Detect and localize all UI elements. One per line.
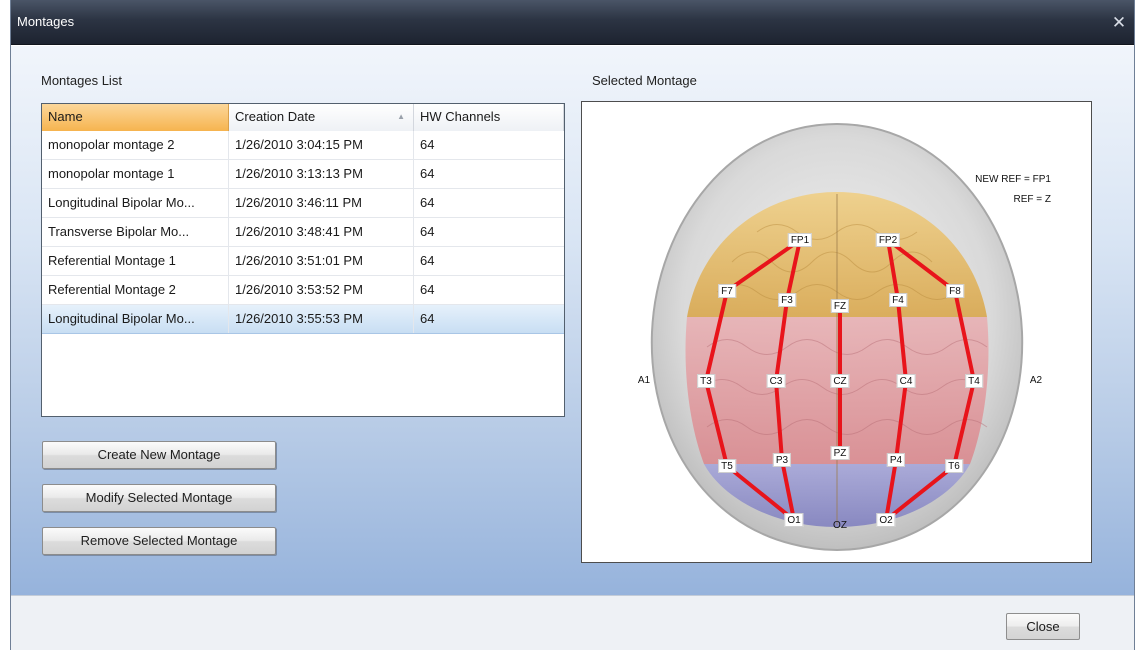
creation-date-cell: 1/26/2010 3:53:52 PM (229, 276, 414, 304)
electrode-c3: C3 (766, 374, 786, 388)
electrode-p4: P4 (886, 453, 906, 467)
sort-ascending-icon: ▲ (397, 112, 405, 121)
name-cell: Referential Montage 2 (42, 276, 229, 304)
column-header-label: Name (48, 109, 83, 124)
table-header: Name Creation Date ▲ HW Channels (42, 104, 564, 131)
electrode-o2: O2 (876, 513, 896, 527)
electrode-f4: F4 (889, 293, 907, 307)
dialog-footer (11, 595, 1134, 650)
name-cell: Longitudinal Bipolar Mo... (42, 189, 229, 217)
close-button[interactable]: Close (1006, 613, 1080, 640)
name-cell: Referential Montage 1 (42, 247, 229, 275)
montages-table[interactable]: Name Creation Date ▲ HW Channels monopola… (41, 103, 565, 417)
electrode-f3: F3 (778, 293, 796, 307)
electrode-t6: T6 (945, 459, 963, 473)
hw-channels-cell: 64 (420, 224, 435, 239)
electrode-a2: A2 (1029, 375, 1043, 386)
electrode-a1: A1 (637, 375, 651, 386)
column-header-label: HW Channels (420, 109, 501, 124)
electrode-pz: PZ (830, 446, 850, 460)
hw-channels-cell: 64 (420, 166, 435, 181)
creation-date-cell: 1/26/2010 3:04:15 PM (229, 131, 414, 159)
brain-map-image (650, 122, 1024, 551)
creation-date-cell: 1/26/2010 3:13:13 PM (229, 160, 414, 188)
electrode-t3: T3 (697, 374, 715, 388)
creation-date-cell: 1/26/2010 3:46:11 PM (229, 189, 414, 217)
hw-channels-cell: 64 (420, 282, 435, 297)
creation-date-cell: 1/26/2010 3:55:53 PM (229, 305, 414, 333)
table-row[interactable]: monopolar montage 2 1/26/2010 3:04:15 PM 6… (42, 131, 564, 160)
hw-channels-cell: 64 (420, 195, 435, 210)
hw-channels-cell: 64 (420, 311, 435, 326)
column-header-name[interactable]: Name (42, 104, 229, 131)
electrode-oz: OZ (833, 520, 847, 531)
electrode-f8: F8 (946, 284, 964, 298)
selected-montage-panel: NEW REF = FP1 REF = Z FP1 FP2 F7 F3 FZ F4 F8 A1… (581, 101, 1092, 563)
name-cell: Longitudinal Bipolar Mo... (42, 305, 229, 333)
creation-date-cell: 1/26/2010 3:51:01 PM (229, 247, 414, 275)
montages-list-label: Montages List (41, 73, 122, 88)
electrode-t4: T4 (965, 374, 983, 388)
name-cell: Transverse Bipolar Mo... (42, 218, 229, 246)
window-title: Montages (17, 14, 75, 29)
creation-date-cell: 1/26/2010 3:48:41 PM (229, 218, 414, 246)
hw-channels-cell: 64 (420, 253, 435, 268)
title-bar[interactable]: Montages ✕ (11, 0, 1134, 45)
electrode-t5: T5 (718, 459, 736, 473)
new-ref-label: NEW REF = FP1 (975, 174, 1051, 185)
selected-montage-label: Selected Montage (592, 73, 697, 88)
name-cell: monopolar montage 2 (42, 131, 229, 159)
name-cell: monopolar montage 1 (42, 160, 229, 188)
table-row[interactable]: Referential Montage 2 1/26/2010 3:53:52 P… (42, 276, 564, 305)
column-header-label: Creation Date (235, 109, 316, 124)
ref-label: REF = Z (1013, 194, 1051, 205)
electrode-p3: P3 (772, 453, 792, 467)
electrode-o1: O1 (784, 513, 804, 527)
table-row[interactable]: Transverse Bipolar Mo... 1/26/2010 3:48:4… (42, 218, 564, 247)
table-row[interactable]: monopolar montage 1 1/26/2010 3:13:13 PM 6… (42, 160, 564, 189)
table-body: monopolar montage 2 1/26/2010 3:04:15 PM 6… (42, 131, 564, 334)
hw-channels-cell: 64 (420, 137, 435, 152)
electrode-fz: FZ (830, 299, 850, 313)
electrode-cz: CZ (830, 374, 850, 388)
remove-selected-montage-button[interactable]: Remove Selected Montage (42, 527, 276, 555)
column-header-hw-channels[interactable]: HW Channels (414, 104, 564, 131)
column-header-creation-date[interactable]: Creation Date ▲ (229, 104, 414, 131)
close-icon[interactable]: ✕ (1108, 12, 1130, 34)
electrode-fp1: FP1 (787, 233, 813, 247)
table-row[interactable]: Longitudinal Bipolar Mo... 1/26/2010 3:55… (42, 305, 564, 334)
create-new-montage-button[interactable]: Create New Montage (42, 441, 276, 469)
electrode-fp2: FP2 (875, 233, 901, 247)
electrode-c4: C4 (896, 374, 916, 388)
modify-selected-montage-button[interactable]: Modify Selected Montage (42, 484, 276, 512)
table-row[interactable]: Referential Montage 1 1/26/2010 3:51:01 P… (42, 247, 564, 276)
electrode-f7: F7 (718, 284, 736, 298)
table-row[interactable]: Longitudinal Bipolar Mo... 1/26/2010 3:46… (42, 189, 564, 218)
